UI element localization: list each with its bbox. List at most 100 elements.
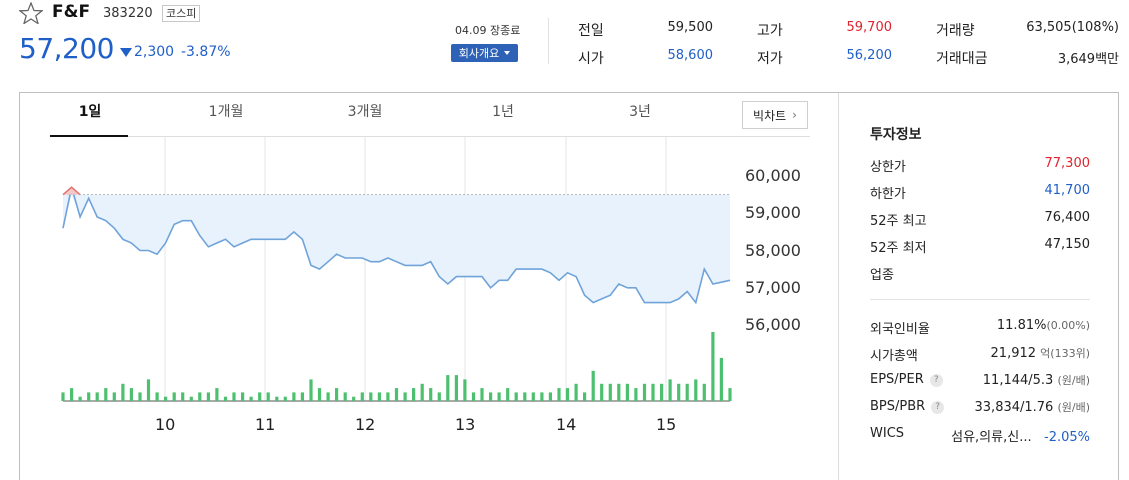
- y-tick-label: 58,000: [745, 240, 801, 260]
- week52-high-value: 76,400: [1044, 210, 1091, 225]
- chevron-right-icon: ›: [792, 108, 797, 122]
- volume-bar: [463, 379, 467, 401]
- volume-bar: [181, 392, 185, 401]
- market-cap-label: 시가총액: [870, 349, 918, 364]
- volume-bar: [583, 392, 587, 401]
- low-label: 저가: [757, 51, 783, 67]
- volume-bar: [241, 392, 245, 401]
- low-value: 56,200: [846, 48, 893, 63]
- open-value: 58,600: [667, 48, 714, 63]
- volume-bar: [574, 383, 578, 402]
- volume-bar: [155, 392, 159, 401]
- chart-panel: 1일 1개월 3개월 1년 3년 빅차트 › 60,000 59,000 58,00…: [19, 92, 1119, 480]
- invest-divider: [870, 299, 1090, 300]
- market-cap-rank: 억(133위): [1040, 347, 1090, 360]
- week52-high-label: 52주 최고: [870, 214, 927, 229]
- invest-info-title: 투자정보: [870, 127, 922, 143]
- volume-bar: [489, 392, 493, 401]
- price-chart[interactable]: [20, 137, 838, 480]
- tab-3year[interactable]: 3년: [600, 101, 680, 121]
- help-icon[interactable]: ?: [929, 374, 943, 387]
- volume-label: 거래량: [936, 23, 975, 39]
- volume-bar: [557, 388, 561, 401]
- volume-bar: [352, 396, 356, 401]
- wics-sector[interactable]: 섬유,의류,신...: [951, 430, 1031, 445]
- lower-limit-row: 하한가 41,700: [870, 183, 1090, 205]
- y-tick-label: 59,000: [745, 203, 801, 223]
- volume-bar: [412, 388, 416, 401]
- bps-pbr-value: 33,834/1.76: [974, 400, 1054, 415]
- help-icon[interactable]: ?: [931, 401, 945, 414]
- wics-label: WICS: [870, 426, 905, 441]
- current-price: 57,200: [19, 32, 114, 65]
- volume-bar: [317, 388, 322, 401]
- volume-bar: [608, 383, 612, 402]
- volume-bar: [548, 392, 552, 401]
- tab-3month[interactable]: 3개월: [325, 101, 405, 121]
- volume-bar: [403, 392, 407, 401]
- volume-bar: [600, 383, 604, 402]
- wics-change: -2.05%: [1044, 430, 1090, 445]
- company-overview-label: 회사개요: [458, 47, 500, 60]
- volume-bar: [309, 379, 313, 401]
- upper-limit-row: 상한가 77,300: [870, 156, 1090, 178]
- chart-area: 1일 1개월 3개월 1년 3년 빅차트 › 60,000 59,000 58,00…: [20, 93, 838, 480]
- wics-row: WICS 섬유,의류,신... -2.05%: [870, 426, 1090, 448]
- caret-down-icon: [504, 51, 511, 55]
- y-tick-label: 57,000: [745, 277, 801, 297]
- lower-limit-value: 41,700: [1044, 183, 1091, 198]
- volume-bar: [249, 396, 253, 401]
- tab-1day[interactable]: 1일: [50, 101, 130, 121]
- volume-bar: [497, 392, 501, 401]
- big-chart-button[interactable]: 빅차트 ›: [742, 101, 808, 129]
- volume-bar: [711, 332, 715, 401]
- volume-bar: [223, 396, 228, 401]
- volume-bar: [386, 392, 390, 401]
- volume-bar: [232, 392, 236, 401]
- volume-bar: [61, 392, 65, 401]
- x-tick-label: 10: [155, 415, 176, 434]
- y-tick-label: 56,000: [745, 315, 801, 334]
- volume-bar: [437, 392, 441, 401]
- eps-per-label: EPS/PER: [870, 372, 924, 387]
- volume-bar: [565, 388, 570, 401]
- volume-bar: [172, 392, 176, 401]
- volume-bar: [343, 392, 347, 401]
- volume-bar: [275, 396, 279, 401]
- volume-bar: [360, 392, 364, 401]
- bps-pbr-unit: (원/배): [1057, 401, 1090, 414]
- tab-1month[interactable]: 1개월: [186, 101, 266, 121]
- volume-bar: [446, 375, 450, 401]
- volume-bar: [369, 392, 373, 401]
- high-value: 59,700: [846, 20, 893, 35]
- market-cap-row: 시가총액 21,912 억(133위): [870, 345, 1090, 367]
- company-overview-button[interactable]: 회사개요: [451, 44, 518, 62]
- volume-bar: [471, 392, 476, 401]
- amount-label: 거래대금: [936, 51, 988, 67]
- volume-bar: [506, 388, 510, 401]
- volume-bar: [87, 392, 91, 401]
- x-tick-label: 12: [355, 415, 376, 434]
- price-change-percent: -3.87%: [181, 44, 231, 60]
- volume-bar: [591, 370, 595, 401]
- volume-bar: [728, 388, 732, 401]
- market-cap-value: 21,912: [990, 346, 1037, 361]
- volume-bar: [283, 396, 287, 401]
- favorite-star-icon[interactable]: [19, 2, 43, 24]
- volume-bar: [719, 357, 723, 401]
- volume-bar: [266, 392, 270, 401]
- below-prev-area: [63, 194, 730, 303]
- volume-bar: [335, 388, 339, 401]
- volume-bar: [429, 388, 433, 401]
- volume-bar: [634, 388, 638, 401]
- x-tick-label: 14: [556, 415, 577, 434]
- week52-low-row: 52주 최저 47,150: [870, 237, 1090, 259]
- tab-1year[interactable]: 1년: [463, 101, 543, 121]
- x-tick-label: 13: [455, 415, 476, 434]
- volume-bar: [189, 396, 193, 401]
- x-tick-label: 15: [656, 415, 677, 434]
- price-change: 2,300: [134, 44, 175, 60]
- amount-value: 3,649백만: [1057, 52, 1119, 67]
- volume-bar: [514, 392, 518, 401]
- high-label: 고가: [757, 23, 783, 39]
